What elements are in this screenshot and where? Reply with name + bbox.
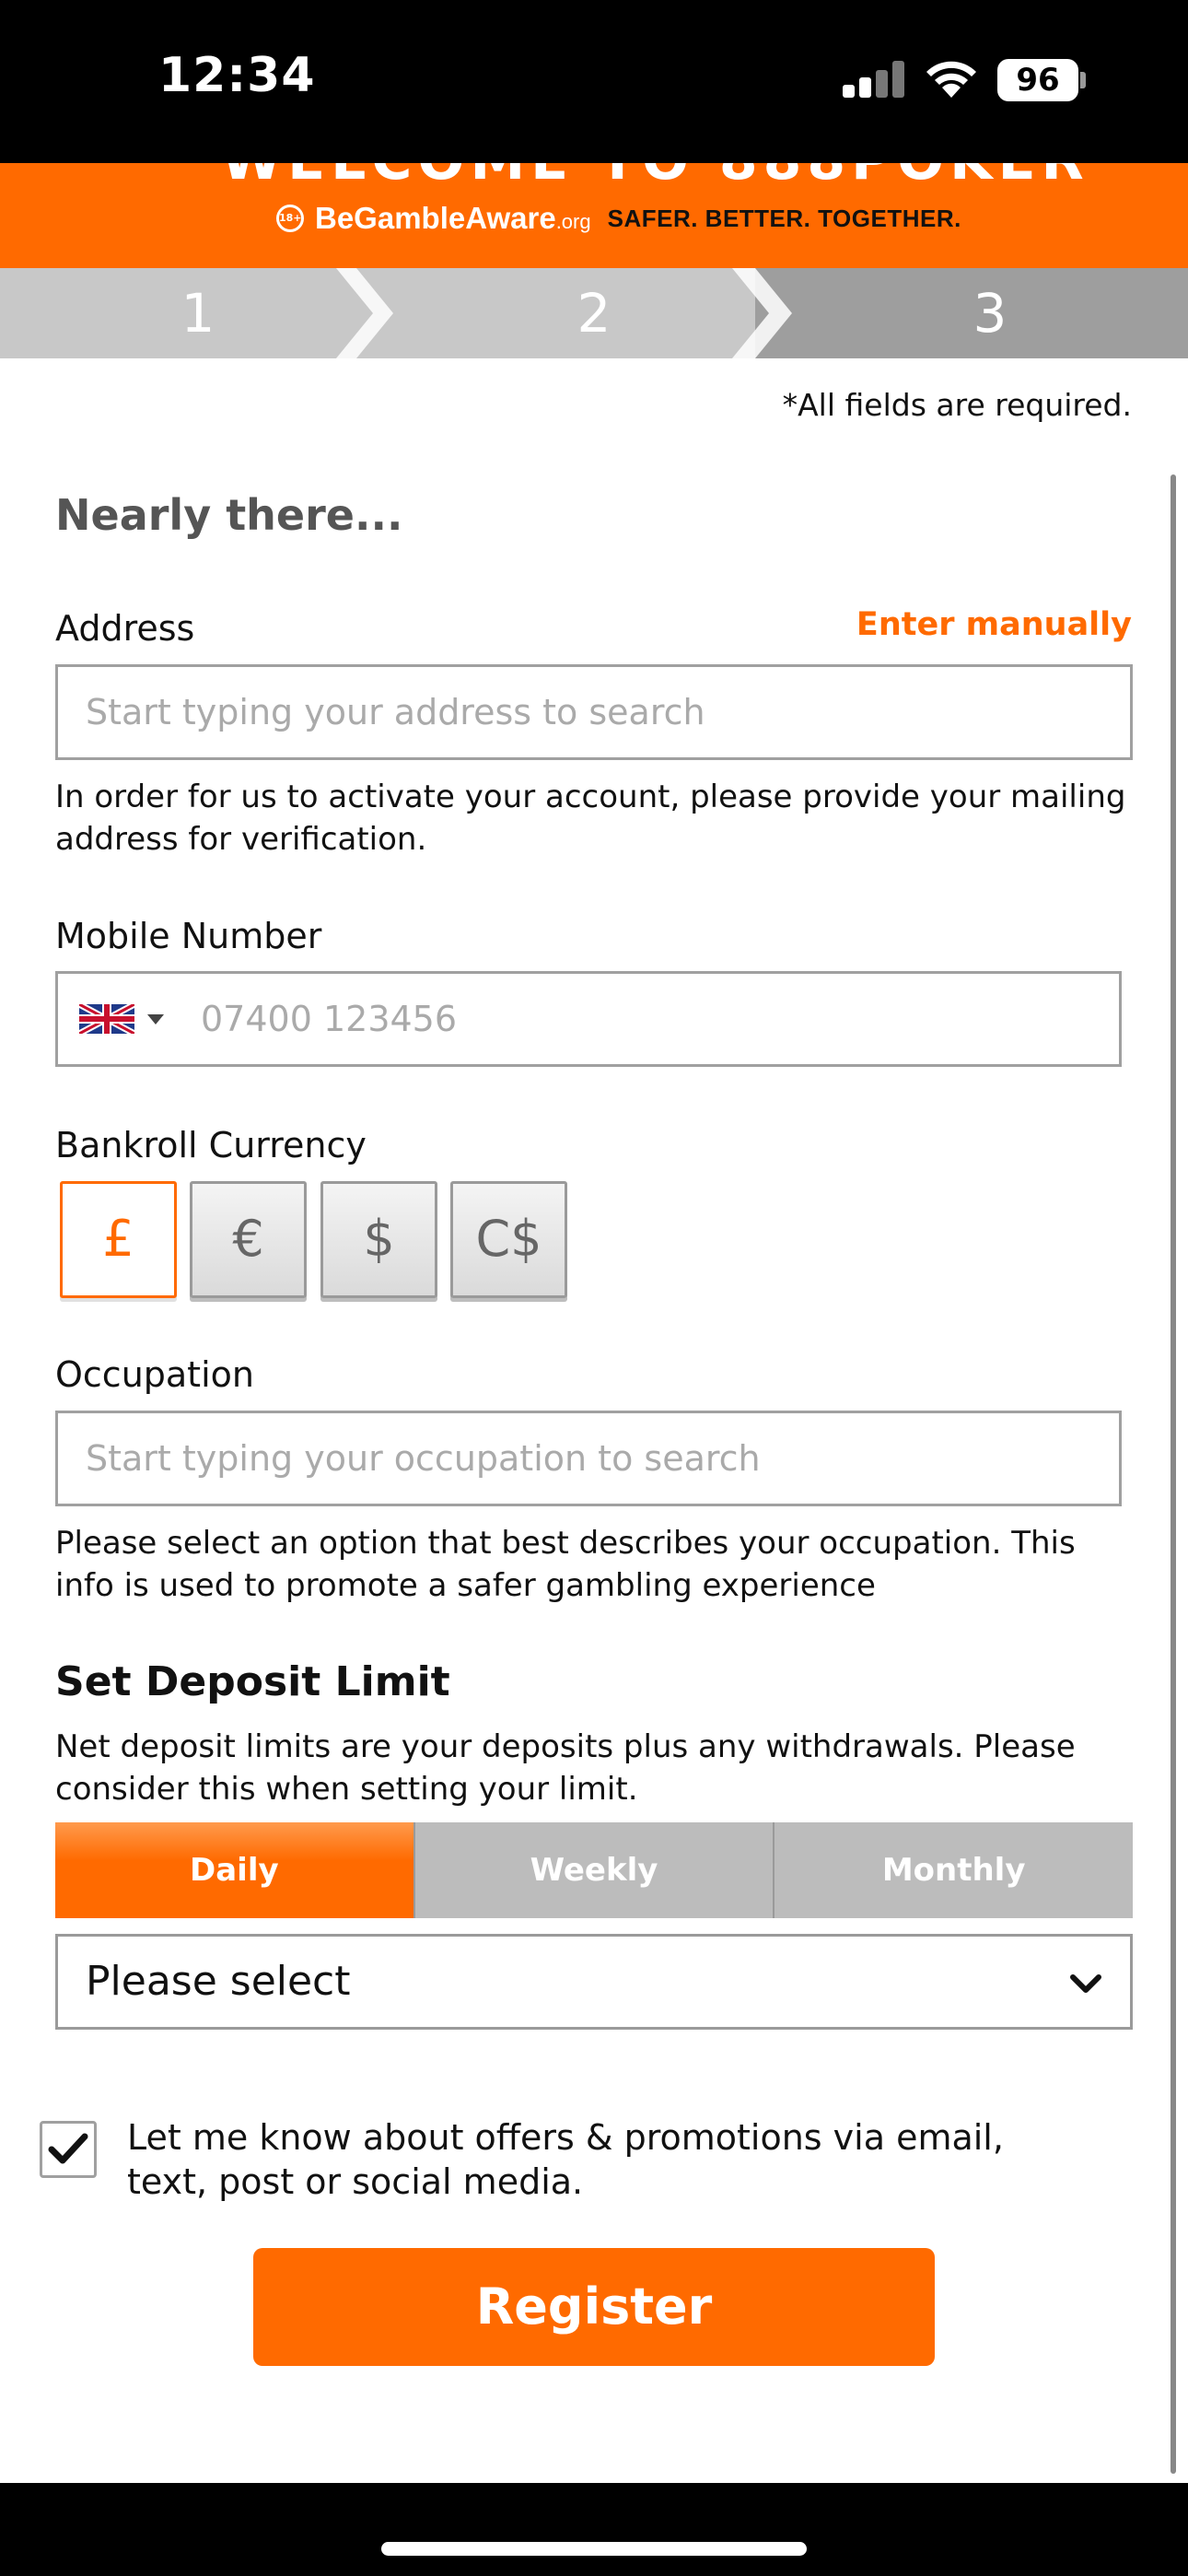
mobile-number-field xyxy=(55,971,1122,1067)
tab-daily[interactable]: Daily xyxy=(55,1822,413,1918)
required-fields-note: *All fields are required. xyxy=(782,387,1132,423)
gamble-aware-tagline: SAFER. BETTER. TOGETHER. xyxy=(607,204,961,232)
deposit-limit-heading: Set Deposit Limit xyxy=(55,1658,450,1705)
home-indicator[interactable] xyxy=(381,2542,807,2556)
battery-tip xyxy=(1080,72,1086,88)
enter-manually-link[interactable]: Enter manually xyxy=(856,606,1132,643)
address-input[interactable] xyxy=(58,667,1130,757)
deposit-limit-description: Net deposit limits are your deposits plu… xyxy=(55,1728,1076,1808)
register-button[interactable]: Register xyxy=(253,2248,935,2366)
currency-cad-button[interactable]: C$ xyxy=(450,1181,567,1298)
occupation-field xyxy=(55,1411,1122,1506)
tab-weekly[interactable]: Weekly xyxy=(413,1822,774,1918)
tab-monthly[interactable]: Monthly xyxy=(773,1822,1134,1918)
promotions-label: Let me know about offers & promotions vi… xyxy=(127,2117,1004,2202)
step-3: 3 xyxy=(973,282,1007,345)
address-field xyxy=(55,664,1133,760)
step-2: 2 xyxy=(577,282,611,345)
chevron-down-icon xyxy=(1070,1974,1101,1993)
currency-usd-button[interactable]: $ xyxy=(320,1181,437,1298)
gamble-aware-logo: 18+ BeGambleAware.org SAFER. BETTER. TOG… xyxy=(276,191,961,246)
registration-stepper: 1 2 3 xyxy=(0,268,1188,358)
age-18-badge: 18+ xyxy=(276,205,304,232)
promotions-checkbox[interactable] xyxy=(40,2121,97,2178)
scrollbar[interactable] xyxy=(1171,474,1176,2474)
address-help-text: In order for us to activate your account… xyxy=(55,779,1126,858)
checkmark-icon xyxy=(48,2133,88,2164)
uk-flag-icon xyxy=(79,1004,134,1034)
page-title: Nearly there... xyxy=(55,490,403,540)
banner-cut-text: WELCOME TO 888POKER xyxy=(221,163,1084,193)
mobile-number-label: Mobile Number xyxy=(55,916,322,956)
cellular-signal-icon xyxy=(843,61,905,98)
home-bar xyxy=(0,2483,1188,2576)
wifi-icon xyxy=(926,61,976,98)
occupation-label: Occupation xyxy=(55,1354,254,1395)
address-label: Address xyxy=(55,608,195,649)
country-code-selector[interactable] xyxy=(79,1004,176,1034)
occupation-help-text: Please select an option that best descri… xyxy=(55,1525,1076,1604)
bankroll-currency-label: Bankroll Currency xyxy=(55,1125,367,1165)
mobile-number-input[interactable] xyxy=(58,974,1119,1064)
battery-icon: 96 xyxy=(997,59,1078,101)
gamble-aware-wordmark: BeGambleAware.org xyxy=(315,201,591,235)
status-time: 12:34 xyxy=(158,48,316,103)
currency-eur-button[interactable]: € xyxy=(190,1181,307,1298)
gamble-aware-banner: WELCOME TO 888POKER 18+ BeGambleAware.or… xyxy=(0,163,1188,268)
status-bar: 12:34 96 xyxy=(0,0,1188,163)
deposit-limit-tabs: Daily Weekly Monthly xyxy=(55,1822,1134,1918)
currency-gbp-button[interactable]: £ xyxy=(60,1181,177,1298)
step-1: 1 xyxy=(181,282,215,345)
deposit-limit-select[interactable]: Please select xyxy=(55,1934,1133,2030)
chevron-down-icon xyxy=(147,1013,164,1025)
occupation-input[interactable] xyxy=(58,1413,1119,1504)
deposit-limit-select-value: Please select xyxy=(86,1958,351,2005)
